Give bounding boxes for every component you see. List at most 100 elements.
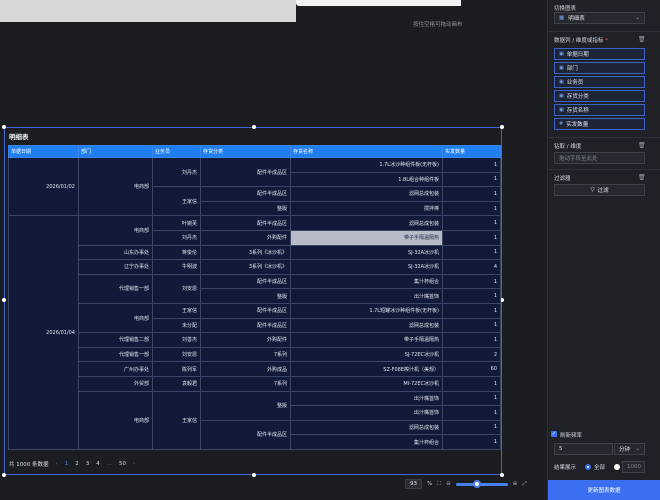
cell-qty: 1	[442, 302, 501, 319]
result-all-label: 全部	[594, 465, 606, 471]
cell-item: 集汁杯组合	[290, 273, 443, 290]
cell-qty: 1	[442, 244, 501, 261]
cell-clerk: 刘安恩	[152, 346, 201, 363]
header-category[interactable]: 存货分类	[200, 145, 291, 158]
cell-qty: 1	[442, 332, 501, 348]
field-label: 业务员	[566, 80, 584, 86]
header-dept[interactable]: 部门	[78, 145, 153, 158]
resize-handle-t[interactable]	[252, 125, 256, 129]
zoom-slider[interactable]	[455, 479, 508, 488]
measure-type-icon: #	[559, 121, 564, 127]
page-1[interactable]: 1	[65, 461, 69, 467]
cell-qty: 1	[442, 171, 501, 188]
field-label: 部门	[566, 66, 578, 72]
clear-drill-trash-icon[interactable]: 🗑	[638, 142, 646, 149]
header-clerk[interactable]: 业务员	[152, 145, 201, 158]
cell-clerk: 蒋俊伦	[152, 244, 201, 261]
page-4[interactable]: 4	[96, 461, 100, 467]
divider	[548, 137, 660, 138]
field-label: 实发数量	[566, 122, 589, 128]
cell-category: 3系列《冰沙机》	[200, 244, 291, 261]
cell-category: 整版	[200, 200, 291, 217]
cell-item-selected[interactable]: 带子手隔温隔热	[290, 229, 443, 246]
next-page-button[interactable]: ›	[133, 461, 135, 467]
zoom-out-icon[interactable]: ⊖	[446, 481, 451, 487]
page-3[interactable]: 3	[86, 461, 90, 467]
result-limit-radio[interactable]	[614, 464, 620, 470]
table-icon: ▦	[559, 15, 565, 21]
cell-qty: 1	[442, 419, 501, 436]
field-item[interactable]: ▣ 存货名称	[554, 104, 645, 116]
cell-item: SZ-F08E榨汁机（美规）	[290, 361, 443, 377]
filter-button-label: 过滤	[597, 188, 609, 194]
header-qty[interactable]: 实发数量	[442, 145, 501, 158]
canvas-hint: 按住空格可拖动画布	[413, 22, 463, 28]
cell-category: 7系列	[200, 346, 291, 363]
cell-item: 1.8L组合种组件板	[290, 171, 443, 188]
property-sidebar	[547, 0, 660, 500]
chevron-down-icon: ⌄	[635, 446, 640, 452]
fullscreen-icon[interactable]: ⤢	[522, 481, 526, 488]
cell-item: SJ-72EC冰沙机	[290, 346, 443, 363]
cell-qty: 2	[442, 346, 501, 363]
page-2[interactable]: 2	[75, 461, 79, 467]
clear-filter-trash-icon[interactable]: 🗑	[638, 174, 646, 181]
chart-type-select[interactable]: ▦ 明细表 ⌄	[554, 12, 645, 24]
field-dept[interactable]: ▣ 部门	[554, 62, 645, 74]
cell-clerk: 刘丹杰	[152, 229, 201, 246]
result-limit-input[interactable]: 1000	[622, 461, 645, 473]
field-date[interactable]: ▣ 单据日期	[554, 48, 645, 60]
page-last[interactable]: 50	[119, 461, 126, 467]
table-row: 2026/01/04 电商部 叶婉芙 配件半成品区 滤网总成包装 1	[8, 215, 501, 450]
drill-drop-zone[interactable]: 拖动字段至此处	[554, 152, 645, 164]
update-chart-button[interactable]: 更新图表数据	[548, 480, 660, 500]
cell-dept: 辽宁办事处	[78, 259, 153, 275]
field-clerk[interactable]: ▣ 业务员	[554, 76, 645, 88]
cell-clerk: 叶婉芙	[152, 215, 201, 231]
table-row: 山东办事处 蒋俊伦 3系列《冰沙机》 SJ-32A冰沙机 1	[9, 244, 501, 261]
header-item[interactable]: 存货名称	[290, 145, 443, 158]
refresh-checkbox[interactable]: ✓	[551, 431, 557, 437]
resize-handle-b[interactable]	[252, 473, 256, 477]
cell-dept: 电商部	[78, 390, 153, 450]
page-ellipsis[interactable]: ...	[107, 461, 112, 467]
header-date[interactable]: 单据日期	[8, 145, 79, 158]
field-type-icon: ▣	[559, 79, 564, 85]
cell-item: 1.7L短罐冰沙种组件板(无杆板)	[290, 302, 443, 319]
resize-handle-l[interactable]	[2, 298, 6, 302]
refresh-unit-select[interactable]: 分钟 ⌄	[614, 443, 645, 455]
cell-clerk: 牛明波	[152, 259, 201, 275]
table-header-row: 单据日期 部门 业务员 存货分类 存货名称 实发数量	[8, 145, 501, 158]
resize-handle-tl[interactable]	[2, 125, 6, 129]
table-row: 2026/01/02 电商部 刘丹杰 配件半成品区 1.7L冰沙种组件板(无杆板…	[8, 156, 501, 217]
cell-clerk: 刘善杰	[152, 332, 201, 348]
cell-dept: 外贸部	[78, 375, 153, 392]
prev-page-button[interactable]: ‹	[56, 461, 58, 467]
field-type-icon: ▣	[559, 65, 564, 71]
resize-handle-tr[interactable]	[500, 125, 504, 129]
resize-handle-bl[interactable]	[2, 473, 6, 477]
cell-item: 带子手隔温隔热	[290, 332, 443, 348]
filter-button[interactable]: ▽ 过滤	[554, 184, 645, 196]
cell-date: 2026/01/02	[8, 156, 79, 217]
cell-dept: 代理销售一部	[78, 346, 153, 363]
table-row: 代理销售一部 刘安恩 7系列 SJ-72EC冰沙机 2	[9, 346, 501, 363]
resize-handle-br[interactable]	[500, 473, 504, 477]
refresh-input[interactable]: 5	[554, 443, 613, 455]
zoom-input[interactable]: 93	[405, 479, 422, 489]
field-label: 单据日期	[566, 52, 589, 58]
divider	[548, 169, 660, 170]
clear-fields-trash-icon[interactable]: 🗑	[638, 36, 646, 43]
result-all-radio[interactable]	[585, 464, 591, 470]
fit-screen-icon[interactable]: ⛶	[437, 481, 441, 488]
zoom-in-icon[interactable]: ⊕	[513, 481, 518, 487]
table-row: 辽宁办事处 牛明波 3系列《冰沙机》 SJ-32A冰沙机 4	[9, 259, 501, 275]
cell-dept: 山东办事处	[78, 244, 153, 261]
field-category[interactable]: ▣ 存货分类	[554, 90, 645, 102]
field-qty[interactable]: # 实发数量	[554, 118, 645, 130]
cell-qty: 1	[442, 375, 501, 392]
cell-item: 集汁杯组合	[290, 434, 443, 450]
cell-clerk: 陈列军	[152, 361, 201, 377]
field-type-icon: ▣	[559, 51, 564, 57]
zoom-slider-knob[interactable]	[472, 479, 481, 488]
